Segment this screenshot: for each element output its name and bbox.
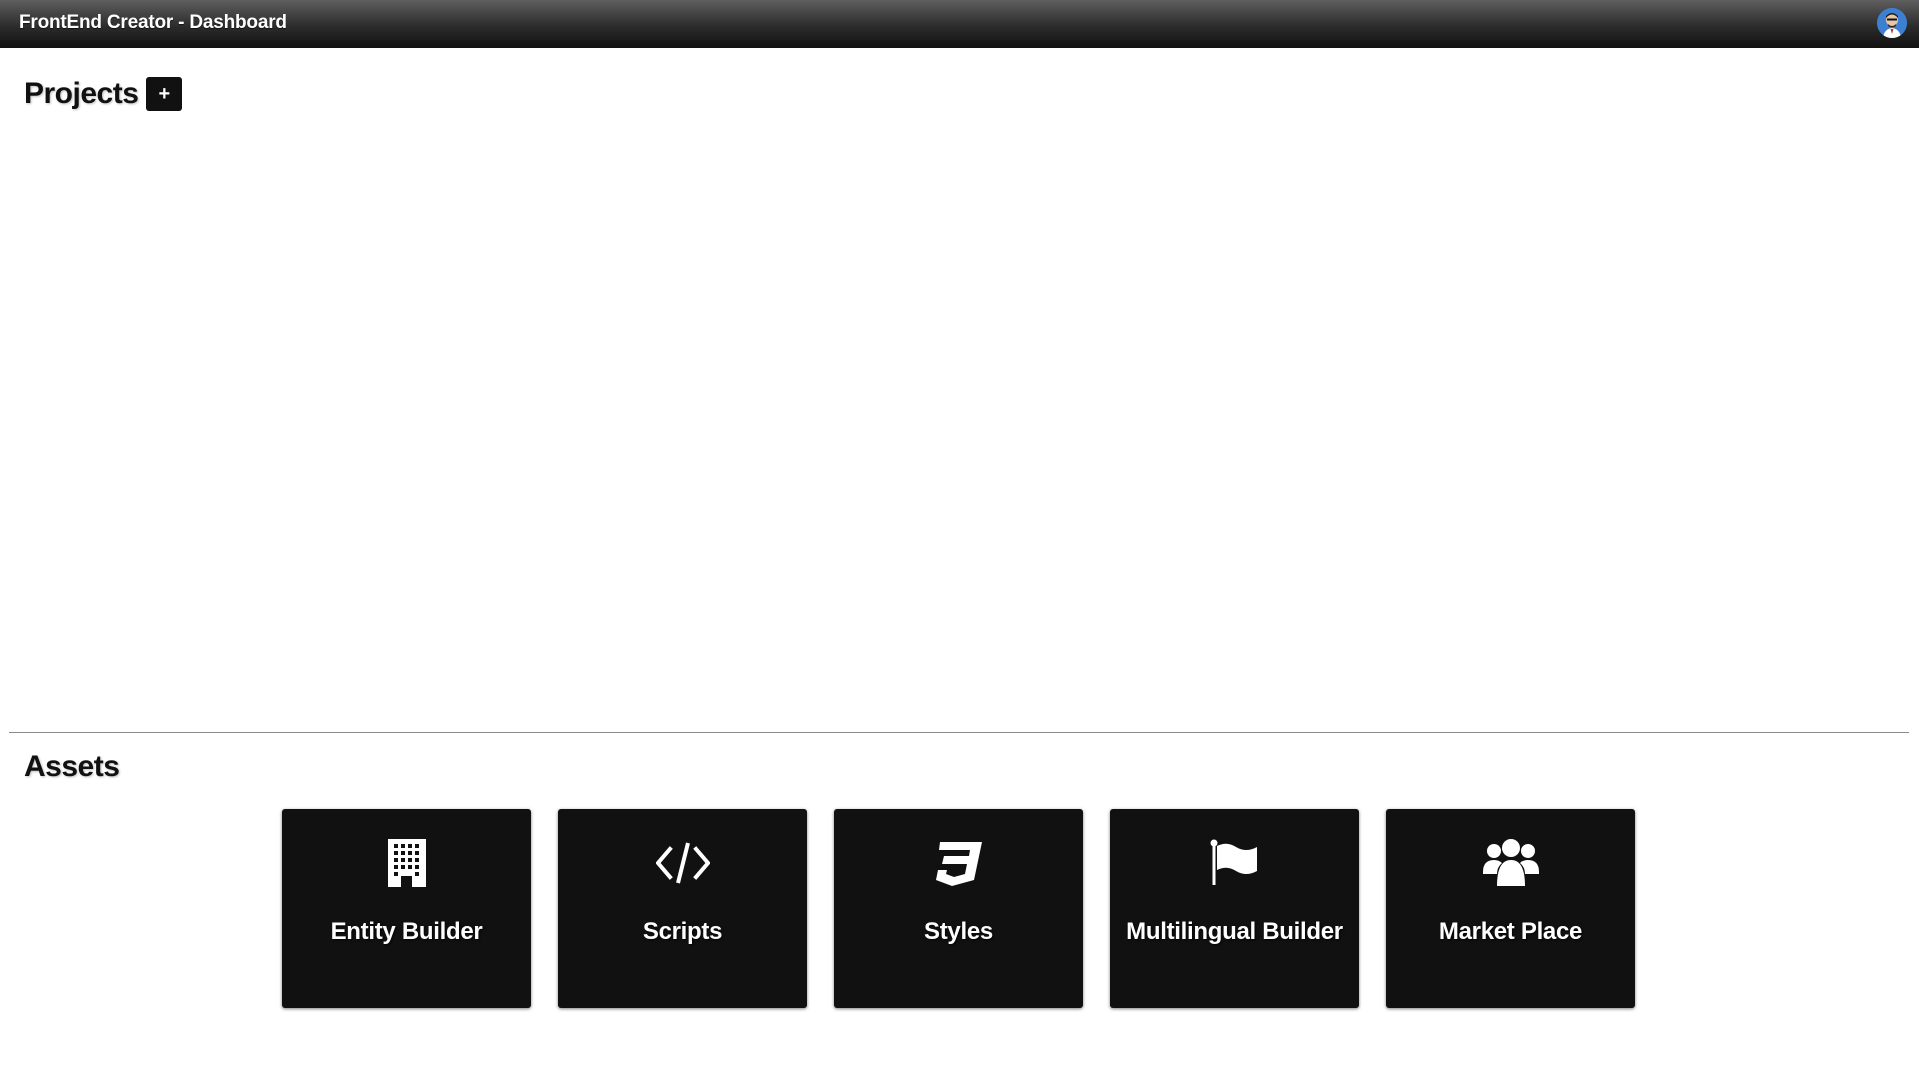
building-icon (282, 837, 531, 889)
market-place-label: Market Place (1438, 918, 1583, 945)
flag-icon (1110, 837, 1359, 889)
market-place-card[interactable]: Market Place (1386, 809, 1635, 1008)
user-avatar[interactable] (1877, 8, 1907, 38)
projects-header: Projects + (24, 74, 183, 114)
app-title: FrontEnd Creator - Dashboard (19, 12, 287, 33)
styles-card[interactable]: Styles (834, 809, 1083, 1008)
scripts-card[interactable]: Scripts (558, 809, 807, 1008)
assets-heading: Assets (24, 750, 120, 783)
users-icon (1386, 837, 1635, 889)
projects-heading: Projects (24, 77, 139, 110)
app-header-bar: FrontEnd Creator - Dashboard (0, 0, 1919, 48)
code-icon (558, 837, 807, 889)
plus-icon: + (158, 82, 171, 105)
add-project-button[interactable]: + (146, 77, 183, 111)
entity-builder-card[interactable]: Entity Builder (282, 809, 531, 1008)
scripts-label: Scripts (642, 918, 723, 945)
multilingual-builder-label: Multilingual Builder (1126, 918, 1343, 945)
user-avatar-icon (1877, 8, 1907, 38)
css3-icon (834, 837, 1083, 889)
styles-label: Styles (924, 918, 993, 945)
entity-builder-label: Entity Builder (330, 918, 483, 945)
asset-cards: Entity Builder Scripts Styles Multilingu… (282, 809, 1635, 1008)
section-divider (9, 732, 1909, 733)
multilingual-builder-card[interactable]: Multilingual Builder (1110, 809, 1359, 1008)
